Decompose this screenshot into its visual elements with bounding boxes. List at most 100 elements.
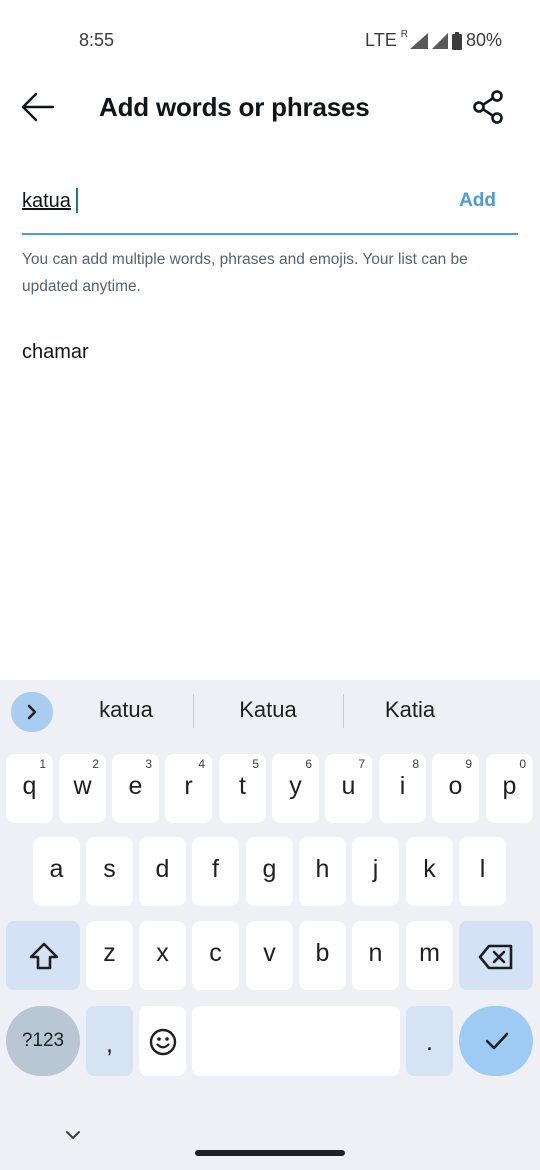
key-hint: 1 [39, 757, 46, 771]
key-z[interactable]: z [86, 921, 133, 990]
key-label: j [372, 855, 379, 883]
chevron-down-icon[interactable] [64, 1128, 82, 1142]
emoji-key[interactable] [139, 1006, 186, 1076]
battery-icon [451, 31, 462, 50]
key-label: l [479, 855, 486, 883]
key-j[interactable]: j [352, 837, 399, 906]
key-v[interactable]: v [246, 921, 293, 990]
chevron-right-icon [27, 704, 37, 720]
symbols-key-label: ?123 [21, 1030, 65, 1051]
key-i[interactable]: 8i [379, 754, 426, 823]
suggestion-3[interactable]: Katia [360, 697, 460, 723]
key-y[interactable]: 6y [272, 754, 319, 823]
add-button[interactable]: Add [459, 190, 496, 212]
battery-level: 80% [465, 30, 502, 50]
key-label: b [315, 939, 330, 967]
key-hint: 0 [519, 757, 526, 771]
share-icon[interactable] [472, 89, 506, 125]
key-g[interactable]: g [246, 837, 293, 906]
suggestion-divider [193, 694, 194, 728]
key-label: t [239, 772, 246, 800]
key-q[interactable]: 1q [6, 754, 53, 823]
status-bar: 8:55 LTE R 80% [0, 0, 540, 84]
emoji-icon [149, 1028, 177, 1056]
status-time: 8:55 [79, 30, 115, 50]
arrow-left-icon[interactable] [20, 90, 56, 124]
enter-key[interactable] [459, 1006, 533, 1076]
key-d[interactable]: d [139, 837, 186, 906]
key-label: e [128, 772, 143, 800]
navigation-handle[interactable] [195, 1150, 345, 1156]
key-label: , [106, 1030, 113, 1058]
key-label: k [423, 855, 436, 883]
key-k[interactable]: k [406, 837, 453, 906]
shift-key[interactable] [6, 921, 80, 990]
key-label: g [262, 855, 277, 883]
key-label: n [368, 939, 383, 967]
input-underline [22, 233, 518, 235]
key-label: i [399, 772, 406, 800]
key-hint: 6 [305, 757, 312, 771]
period-key[interactable]: . [406, 1006, 453, 1076]
key-l[interactable]: l [459, 837, 506, 906]
key-label: y [289, 772, 302, 800]
word-input[interactable] [22, 186, 442, 216]
key-p[interactable]: 0p [486, 754, 533, 823]
word-input-row: Add [22, 178, 518, 224]
backspace-icon [478, 944, 513, 970]
key-w[interactable]: 2w [59, 754, 106, 823]
network-type: LTE [365, 30, 397, 50]
suggestion-1[interactable]: katua [76, 697, 176, 723]
key-x[interactable]: x [139, 921, 186, 990]
key-label: f [212, 855, 219, 883]
backspace-key[interactable] [459, 921, 533, 990]
key-label: d [155, 855, 170, 883]
key-hint: 5 [252, 757, 259, 771]
roaming-indicator: R [400, 29, 408, 40]
key-u[interactable]: 7u [325, 754, 372, 823]
key-label: m [419, 939, 440, 967]
key-c[interactable]: c [192, 921, 239, 990]
suggestion-divider [343, 694, 344, 728]
status-indicators: LTE R 80% [365, 29, 502, 51]
suggestion-2[interactable]: Katua [218, 697, 318, 723]
key-label: v [263, 939, 276, 967]
key-label: u [341, 772, 356, 800]
key-m[interactable]: m [406, 921, 453, 990]
checkmark-icon [485, 1032, 509, 1050]
space-bar[interactable] [192, 1006, 400, 1076]
key-a[interactable]: a [33, 837, 80, 906]
text-caret [76, 188, 78, 213]
key-label: h [315, 855, 330, 883]
key-t[interactable]: 5t [219, 754, 266, 823]
key-e[interactable]: 3e [112, 754, 159, 823]
key-h[interactable]: h [299, 837, 346, 906]
key-label: . [426, 1028, 433, 1056]
key-label: s [103, 855, 116, 883]
key-hint: 2 [92, 757, 99, 771]
key-r[interactable]: 4r [165, 754, 212, 823]
suggestion-bar: katua Katua Katia [0, 680, 540, 744]
key-label: a [49, 855, 64, 883]
key-label: p [502, 772, 517, 800]
key-b[interactable]: b [299, 921, 346, 990]
symbols-key[interactable]: ?123 [6, 1006, 80, 1076]
key-f[interactable]: f [192, 837, 239, 906]
app-header: Add words or phrases [0, 84, 540, 130]
comma-key[interactable]: , [86, 1006, 133, 1076]
on-screen-keyboard: katua Katua Katia 1q 2w 3e 4r 5t 6y 7u 8… [0, 680, 540, 1170]
key-hint: 9 [465, 757, 472, 771]
key-label: w [73, 772, 92, 800]
expand-toolbar-button[interactable] [11, 692, 53, 732]
key-hint: 3 [145, 757, 152, 771]
key-label: o [448, 772, 463, 800]
key-label: c [209, 939, 222, 967]
key-n[interactable]: n [352, 921, 399, 990]
key-label: q [22, 772, 37, 800]
key-o[interactable]: 9o [432, 754, 479, 823]
key-s[interactable]: s [86, 837, 133, 906]
list-item[interactable]: chamar [22, 336, 518, 368]
page-title: Add words or phrases [99, 92, 370, 122]
signal-icon [431, 32, 448, 49]
signal-icon [409, 32, 428, 49]
